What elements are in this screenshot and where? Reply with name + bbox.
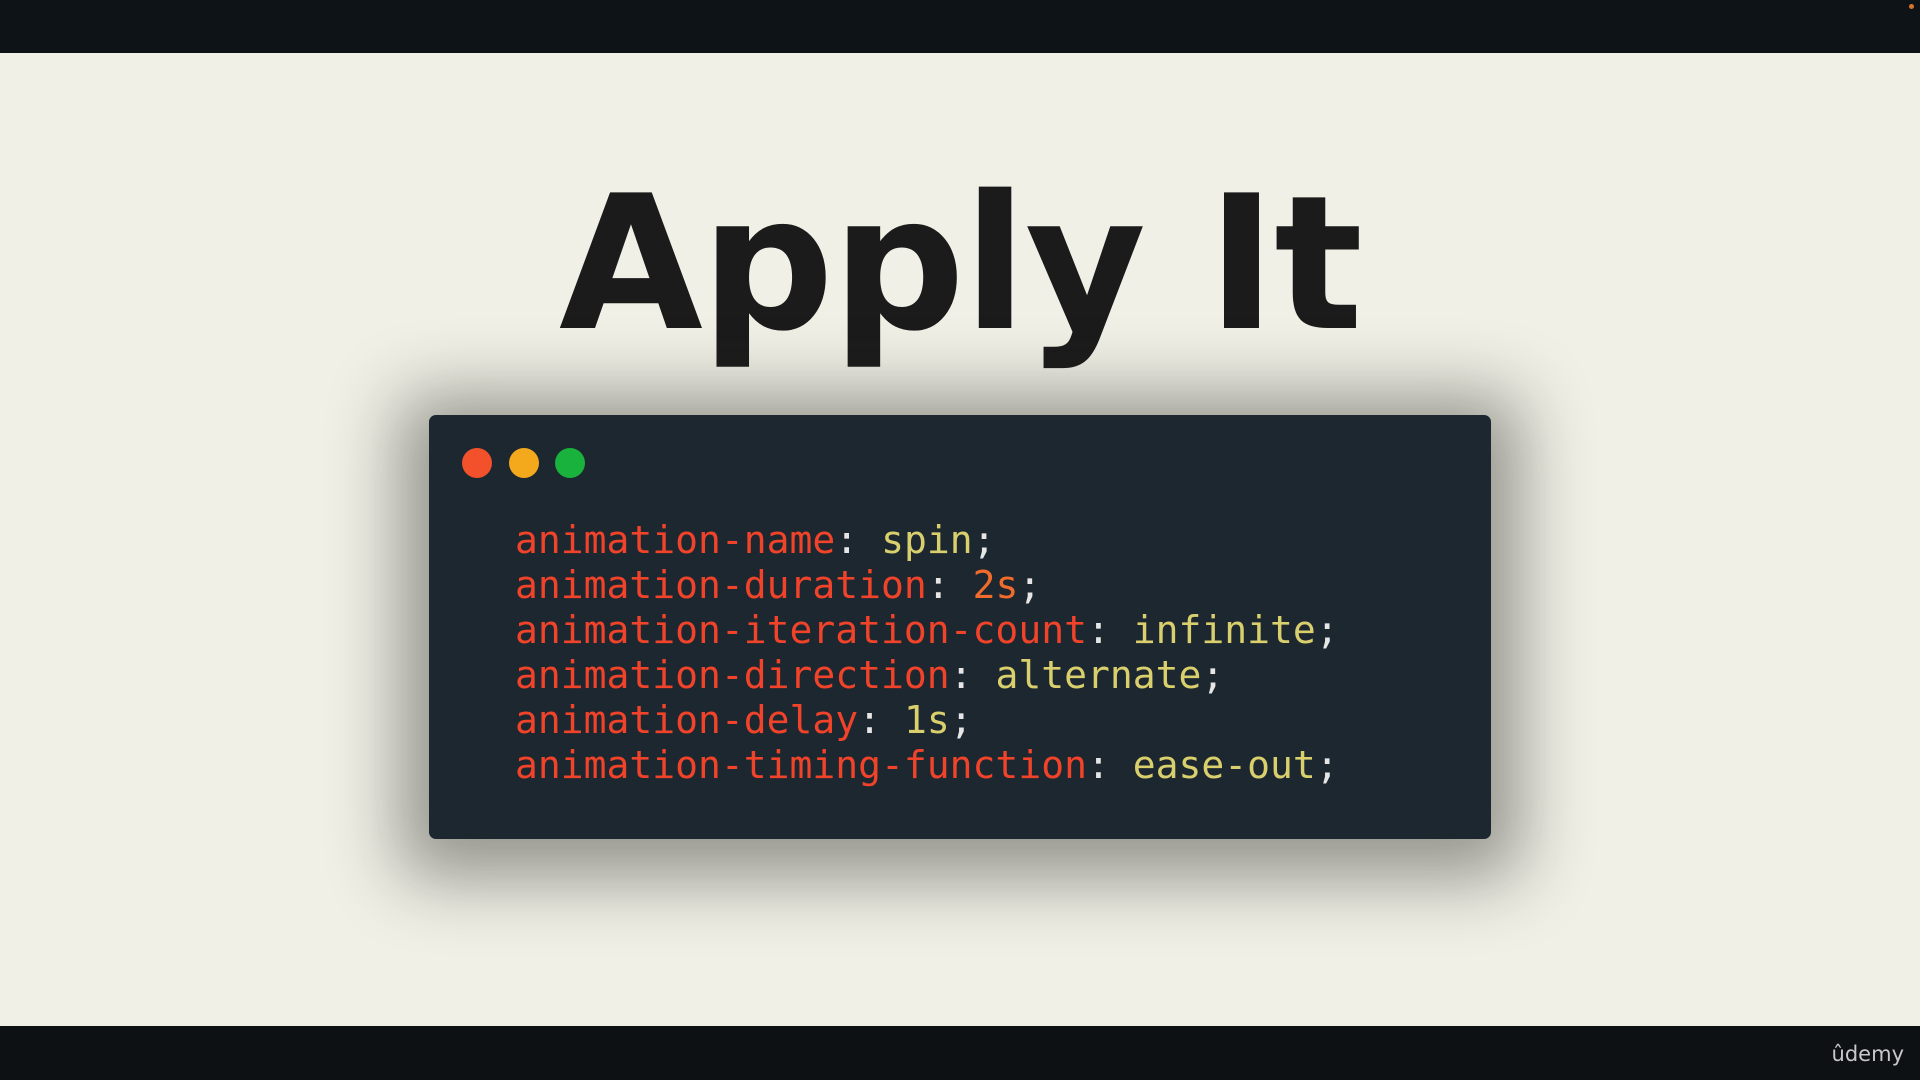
code-line: animation-duration: 2s; — [515, 563, 1042, 607]
css-property: animation-direction — [515, 653, 950, 697]
slide: Apply It animation-name: spin; animation-… — [0, 53, 1920, 1026]
slide-title: Apply It — [558, 155, 1363, 372]
css-value: infinite — [1132, 608, 1316, 652]
code-block: animation-name: spin; animation-duration:… — [515, 518, 1339, 788]
code-window: animation-name: spin; animation-duration:… — [429, 415, 1491, 839]
recording-indicator-icon — [1909, 4, 1914, 9]
css-value: spin — [881, 518, 973, 562]
code-line: animation-name: spin; — [515, 518, 996, 562]
minimize-dot-icon — [509, 448, 539, 478]
code-line: animation-delay: 1s; — [515, 698, 973, 742]
css-property: animation-iteration-count — [515, 608, 1087, 652]
code-line: animation-timing-function: ease-out; — [515, 743, 1339, 787]
video-frame: Apply It animation-name: spin; animation-… — [0, 0, 1920, 1080]
css-value: ease-out — [1132, 743, 1316, 787]
code-line: animation-iteration-count: infinite; — [515, 608, 1339, 652]
css-property: animation-delay — [515, 698, 859, 742]
css-property: animation-duration — [515, 563, 927, 607]
css-value: 1s — [903, 698, 950, 742]
maximize-dot-icon — [555, 448, 585, 478]
css-value: alternate — [995, 653, 1202, 697]
css-value: 2s — [972, 563, 1019, 607]
close-dot-icon — [462, 448, 492, 478]
bottom-bar: ûdemy — [0, 1026, 1920, 1080]
css-property: animation-name — [515, 518, 836, 562]
code-line: animation-direction: alternate; — [515, 653, 1225, 697]
udemy-logo[interactable]: ûdemy — [1832, 1042, 1904, 1066]
css-property: animation-timing-function — [515, 743, 1087, 787]
top-bar — [0, 0, 1920, 53]
